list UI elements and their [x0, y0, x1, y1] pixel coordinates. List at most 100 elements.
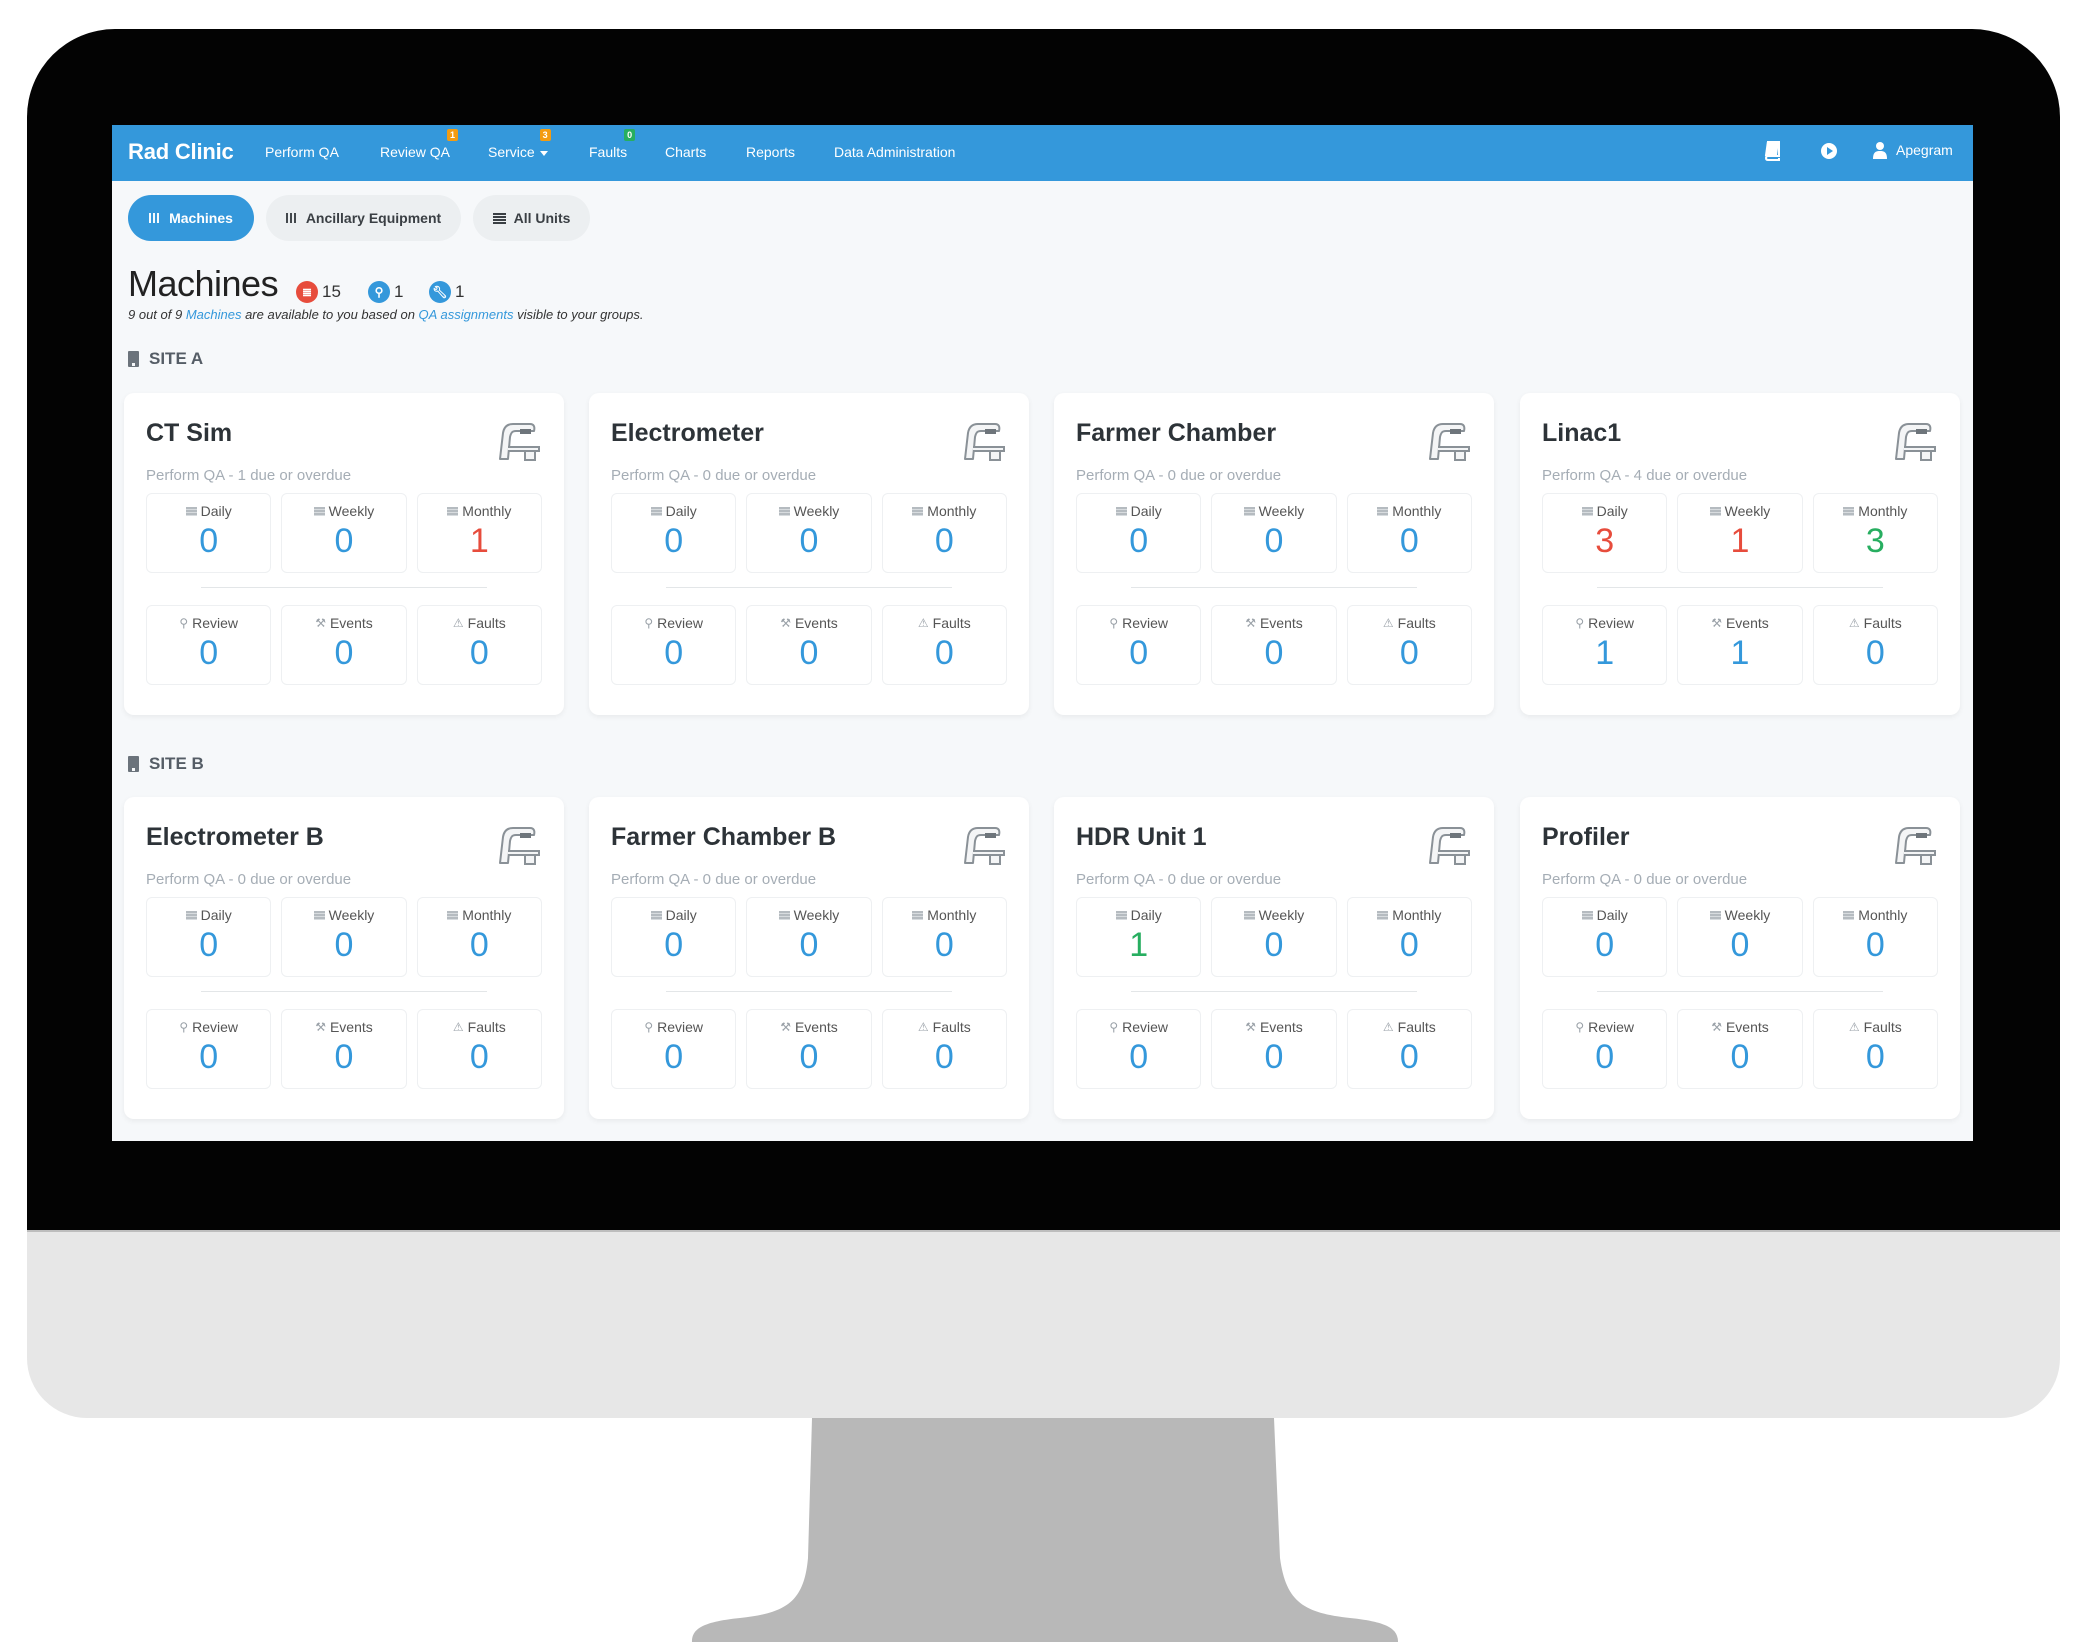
- service-count[interactable]: 🔧︎ 1: [429, 281, 464, 303]
- tile-events[interactable]: ⚒ Events 0: [1211, 605, 1337, 685]
- tile-value: 0: [664, 1038, 684, 1076]
- machine-name[interactable]: Electrometer: [611, 419, 764, 448]
- tile-faults[interactable]: ⚠ Faults 0: [416, 1009, 542, 1089]
- qa-tile-daily[interactable]: Daily 0: [1076, 493, 1202, 573]
- machine-card-hdr-unit-1[interactable]: HDR Unit 1 Perform QA - 0 due or overdue…: [1054, 797, 1494, 1119]
- machines-link[interactable]: Machines: [186, 307, 242, 322]
- machine-name[interactable]: Profiler: [1542, 823, 1630, 852]
- tile-events[interactable]: ⚒ Events 0: [1677, 1009, 1803, 1089]
- tab-machines[interactable]: Machines: [128, 195, 254, 241]
- machine-card-ct-sim[interactable]: CT Sim Perform QA - 1 due or overdue Dai…: [124, 393, 564, 715]
- tab-all-units[interactable]: All Units: [473, 195, 590, 241]
- qa-tile-daily[interactable]: Daily 0: [146, 493, 272, 573]
- nav-review-qa[interactable]: Review QA 1: [380, 129, 459, 160]
- nav-reports[interactable]: Reports: [746, 144, 795, 160]
- qa-tile-weekly[interactable]: Weekly 0: [281, 493, 407, 573]
- tile-review[interactable]: ⚲ Review 0: [1076, 605, 1202, 685]
- qa-tile-weekly[interactable]: Weekly 0: [1211, 897, 1337, 977]
- tile-faults[interactable]: ⚠ Faults 0: [1346, 605, 1472, 685]
- tile-label: Monthly: [418, 503, 541, 519]
- qa-tile-monthly[interactable]: Monthly 0: [1812, 897, 1938, 977]
- qa-tile-weekly[interactable]: Weekly 0: [746, 493, 872, 573]
- qa-tile-daily[interactable]: Daily 1: [1076, 897, 1202, 977]
- qa-tile-monthly[interactable]: Monthly 0: [881, 493, 1007, 573]
- perform-qa-summary[interactable]: Perform QA - 0 due or overdue: [611, 871, 816, 888]
- perform-qa-summary[interactable]: Perform QA - 1 due or overdue: [146, 467, 351, 484]
- qa-tile-weekly[interactable]: Weekly 1: [1677, 493, 1803, 573]
- tile-review[interactable]: ⚲ Review 0: [1542, 1009, 1668, 1089]
- brand-logo[interactable]: Rad Clinic: [128, 139, 234, 165]
- tile-events[interactable]: ⚒ Events 0: [281, 1009, 407, 1089]
- tile-faults[interactable]: ⚠ Faults 0: [1812, 605, 1938, 685]
- machine-card-electrometer-b[interactable]: Electrometer B Perform QA - 0 due or ove…: [124, 797, 564, 1119]
- perform-qa-summary[interactable]: Perform QA - 0 due or overdue: [1542, 871, 1747, 888]
- machine-card-electrometer[interactable]: Electrometer Perform QA - 0 due or overd…: [589, 393, 1029, 715]
- tile-faults[interactable]: ⚠ Faults 0: [416, 605, 542, 685]
- tile-review[interactable]: ⚲ Review 1: [1542, 605, 1668, 685]
- book-icon[interactable]: [1763, 141, 1781, 164]
- tab-ancillary-equipment[interactable]: Ancillary Equipment: [266, 195, 461, 241]
- machine-name[interactable]: CT Sim: [146, 419, 232, 448]
- tile-events[interactable]: ⚒ Events 0: [1211, 1009, 1337, 1089]
- perform-qa-summary[interactable]: Perform QA - 0 due or overdue: [1076, 467, 1281, 484]
- user-menu[interactable]: Apegram: [1872, 141, 1953, 159]
- perform-qa-summary[interactable]: Perform QA - 4 due or overdue: [1542, 467, 1747, 484]
- nav-service[interactable]: Service 3: [488, 129, 551, 160]
- tile-review[interactable]: ⚲ Review 0: [146, 1009, 272, 1089]
- perform-qa-summary[interactable]: Perform QA - 0 due or overdue: [146, 871, 351, 888]
- tile-review[interactable]: ⚲ Review 0: [146, 605, 272, 685]
- tile-label-text: Events: [329, 1019, 373, 1035]
- tile-label-text: Events: [1259, 1019, 1303, 1035]
- qa-tile-monthly[interactable]: Monthly 3: [1812, 493, 1938, 573]
- tile-review[interactable]: ⚲ Review 0: [611, 1009, 737, 1089]
- perform-qa-summary[interactable]: Perform QA - 0 due or overdue: [1076, 871, 1281, 888]
- tile-events[interactable]: ⚒ Events 0: [746, 605, 872, 685]
- tile-value: 0: [1865, 926, 1885, 964]
- qa-tile-daily[interactable]: Daily 0: [611, 493, 737, 573]
- review-count[interactable]: ⚲ 1: [368, 281, 403, 303]
- qa-tile-weekly[interactable]: Weekly 0: [281, 897, 407, 977]
- tile-events[interactable]: ⚒ Events 1: [1677, 605, 1803, 685]
- qa-tile-weekly[interactable]: Weekly 0: [746, 897, 872, 977]
- tile-faults[interactable]: ⚠ Faults 0: [881, 1009, 1007, 1089]
- tile-faults[interactable]: ⚠ Faults 0: [1812, 1009, 1938, 1089]
- tile-review[interactable]: ⚲ Review 0: [1076, 1009, 1202, 1089]
- qa-tile-monthly[interactable]: Monthly 1: [416, 493, 542, 573]
- tile-faults[interactable]: ⚠ Faults 0: [1346, 1009, 1472, 1089]
- machine-name[interactable]: HDR Unit 1: [1076, 823, 1207, 852]
- machine-name[interactable]: Electrometer B: [146, 823, 324, 852]
- nav-data-administration[interactable]: Data Administration: [834, 144, 955, 160]
- qa-tile-monthly[interactable]: Monthly 0: [1346, 493, 1472, 573]
- qa-tile-daily[interactable]: Daily 3: [1542, 493, 1668, 573]
- machine-card-farmer-chamber[interactable]: Farmer Chamber Perform QA - 0 due or ove…: [1054, 393, 1494, 715]
- perform-qa-summary[interactable]: Perform QA - 0 due or overdue: [611, 467, 816, 484]
- nav-charts[interactable]: Charts: [665, 144, 706, 160]
- machine-name[interactable]: Linac1: [1542, 419, 1621, 448]
- machine-card-profiler[interactable]: Profiler Perform QA - 0 due or overdue D…: [1520, 797, 1960, 1119]
- machine-card-linac1[interactable]: Linac1 Perform QA - 4 due or overdue Dai…: [1520, 393, 1960, 715]
- tile-events[interactable]: ⚒ Events 0: [746, 1009, 872, 1089]
- qa-tile-weekly[interactable]: Weekly 0: [1677, 897, 1803, 977]
- qa-tile-weekly[interactable]: Weekly 0: [1211, 493, 1337, 573]
- search-icon: ⚲: [1109, 616, 1119, 630]
- qa-due-count[interactable]: ≣ 15: [296, 281, 341, 303]
- site-a-heading: SITE A: [128, 349, 203, 369]
- qa-assignments-link[interactable]: QA assignments: [419, 307, 514, 322]
- warning-icon: ⚠: [1382, 1020, 1394, 1034]
- tile-faults[interactable]: ⚠ Faults 0: [881, 605, 1007, 685]
- machine-name[interactable]: Farmer Chamber B: [611, 823, 836, 852]
- qa-tile-daily[interactable]: Daily 0: [611, 897, 737, 977]
- qa-tile-monthly[interactable]: Monthly 0: [416, 897, 542, 977]
- qa-tile-daily[interactable]: Daily 0: [1542, 897, 1668, 977]
- nav-faults[interactable]: Faults 0: [589, 129, 636, 160]
- qa-tile-monthly[interactable]: Monthly 0: [881, 897, 1007, 977]
- nav-perform-qa[interactable]: Perform QA: [265, 144, 339, 160]
- machine-name[interactable]: Farmer Chamber: [1076, 419, 1276, 448]
- qa-tile-daily[interactable]: Daily 0: [146, 897, 272, 977]
- tile-events[interactable]: ⚒ Events 0: [281, 605, 407, 685]
- play-circle-icon[interactable]: [1819, 141, 1839, 164]
- machine-card-farmer-chamber-b[interactable]: Farmer Chamber B Perform QA - 0 due or o…: [589, 797, 1029, 1119]
- subtitle-text: 9 out of 9: [128, 307, 186, 322]
- qa-tile-monthly[interactable]: Monthly 0: [1346, 897, 1472, 977]
- tile-review[interactable]: ⚲ Review 0: [611, 605, 737, 685]
